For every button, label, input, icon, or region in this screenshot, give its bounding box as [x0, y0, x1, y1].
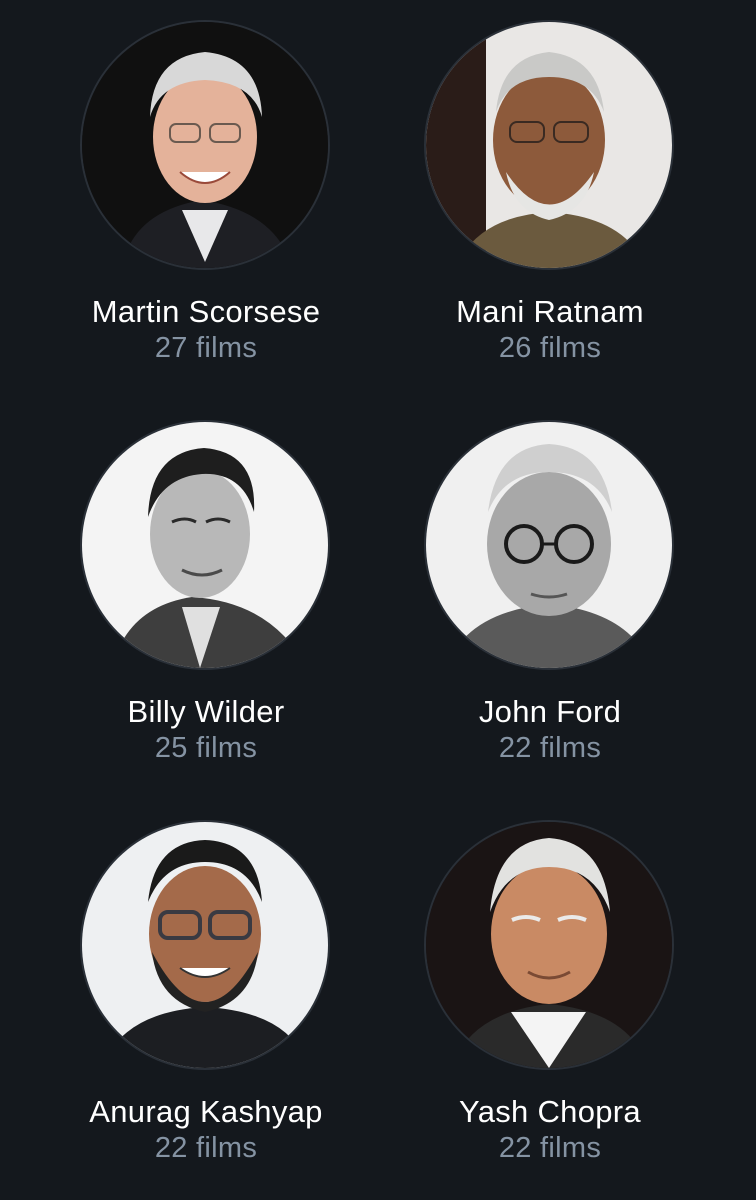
director-card-yash-chopra[interactable]: Yash Chopra 22 films — [400, 822, 700, 1182]
director-name: Martin Scorsese — [91, 294, 321, 329]
film-count: 26 films — [498, 332, 602, 364]
director-card-billy-wilder[interactable]: Billy Wilder 25 films — [56, 422, 356, 782]
director-grid: Martin Scorsese 27 films Mani Ratnam 26 … — [0, 0, 756, 1200]
director-card-john-ford[interactable]: John Ford 22 films — [400, 422, 700, 782]
director-name: Billy Wilder — [127, 694, 285, 729]
director-card-anurag-kashyap[interactable]: Anurag Kashyap 22 films — [56, 822, 356, 1182]
film-count: 22 films — [498, 1132, 602, 1164]
director-name: Mani Ratnam — [456, 294, 644, 329]
director-name: Anurag Kashyap — [89, 1094, 323, 1129]
film-count: 22 films — [498, 732, 602, 764]
director-photo[interactable] — [426, 422, 672, 668]
director-photo[interactable] — [82, 822, 328, 1068]
film-count: 27 films — [154, 332, 258, 364]
film-count: 22 films — [154, 1132, 258, 1164]
director-photo[interactable] — [82, 422, 328, 668]
director-photo[interactable] — [426, 22, 672, 268]
director-name: John Ford — [478, 694, 622, 729]
director-card-mani-ratnam[interactable]: Mani Ratnam 26 films — [400, 22, 700, 382]
director-name: Yash Chopra — [459, 1094, 641, 1129]
director-photo[interactable] — [82, 22, 328, 268]
director-card-martin-scorsese[interactable]: Martin Scorsese 27 films — [56, 22, 356, 382]
director-photo[interactable] — [426, 822, 672, 1068]
film-count: 25 films — [154, 732, 258, 764]
